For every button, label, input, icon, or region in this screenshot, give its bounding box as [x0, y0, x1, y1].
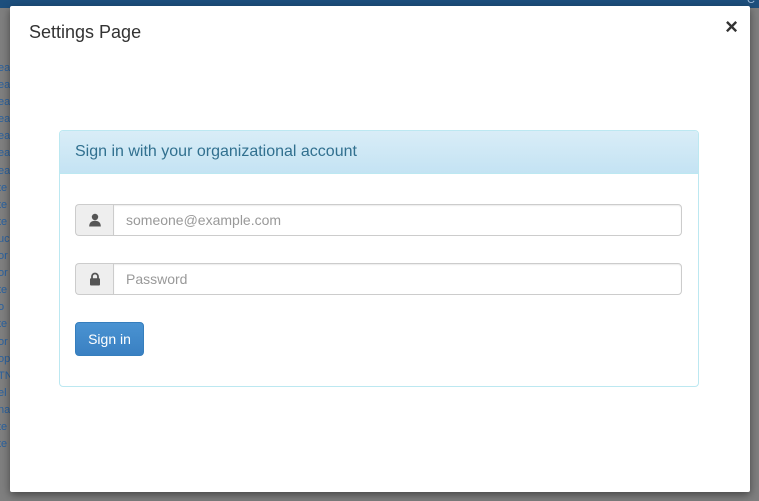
login-panel: Sign in with your organizational account… [59, 130, 699, 387]
modal-title: Settings Page [29, 22, 142, 42]
sign-in-button[interactable]: Sign in [75, 322, 144, 356]
lock-icon [75, 263, 113, 295]
password-input[interactable] [113, 263, 682, 295]
password-input-group [75, 263, 682, 295]
close-icon[interactable]: × [725, 16, 738, 38]
user-icon [75, 204, 113, 236]
settings-modal: Settings Page × Sign in with your organi… [10, 6, 750, 492]
username-input-group [75, 204, 682, 236]
login-panel-title: Sign in with your organizational account [75, 143, 357, 160]
username-input[interactable] [113, 204, 682, 236]
login-panel-heading: Sign in with your organizational account [60, 131, 698, 174]
